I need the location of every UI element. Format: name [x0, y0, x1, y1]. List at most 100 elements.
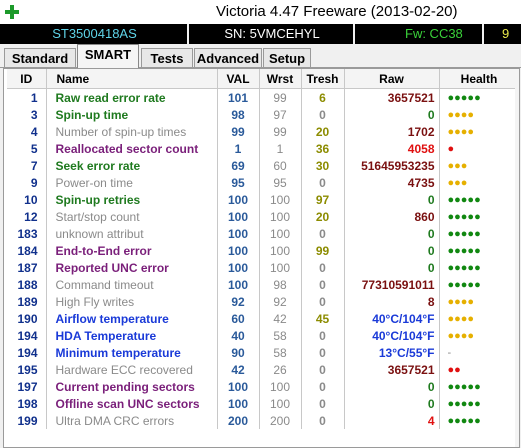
table-row[interactable]: 194 HDA Temperature 40 58 0 40°C/104°F ●●●● — [7, 327, 519, 344]
drive-serial: SN: 5VMCEHYL — [191, 24, 355, 44]
tab-advanced[interactable]: Advanced — [194, 48, 262, 67]
col-name-header[interactable]: Name — [46, 69, 218, 89]
col-id-header[interactable]: ID — [7, 69, 47, 89]
col-wrst-header[interactable]: Wrst — [259, 69, 302, 89]
attr-threshold: 20 — [301, 123, 345, 140]
attr-worst: 60 — [259, 157, 302, 174]
attr-threshold: 0 — [301, 106, 345, 123]
attr-raw: 1702 — [344, 123, 440, 140]
attr-worst: 58 — [259, 327, 302, 344]
attr-threshold: 0 — [301, 344, 345, 361]
attr-worst: 26 — [259, 361, 302, 378]
attr-worst: 100 — [259, 378, 302, 395]
attr-name: Seek error rate — [46, 157, 218, 174]
attr-name: Hardware ECC recovered — [46, 361, 218, 378]
attr-threshold: 0 — [301, 259, 345, 276]
attr-health: ●●●● — [439, 293, 519, 310]
table-row[interactable]: 195 Hardware ECC recovered 42 26 0 3657521 ●● — [7, 361, 519, 378]
attr-value: 69 — [217, 157, 260, 174]
attr-threshold: 97 — [301, 191, 345, 208]
attr-name: Power-on time — [46, 174, 218, 191]
table-row[interactable]: 187 Reported UNC error 100 100 0 0 ●●●●● — [7, 259, 519, 276]
attr-value: 99 — [217, 123, 260, 140]
attr-health: ●●●● — [439, 327, 519, 344]
attr-name: Spin-up time — [46, 106, 218, 123]
attr-worst: 58 — [259, 344, 302, 361]
attr-worst: 99 — [259, 123, 302, 140]
attr-name: Number of spin-up times — [46, 123, 218, 140]
col-health-header[interactable]: Health — [439, 69, 519, 89]
table-row[interactable]: 189 High Fly writes 92 92 0 8 ●●●● — [7, 293, 519, 310]
attr-value: 95 — [217, 174, 260, 191]
smart-table-panel[interactable]: ID Name VAL Wrst Tresh Raw Health 1 Raw r… — [3, 68, 520, 448]
attr-raw: 4735 — [344, 174, 440, 191]
table-row[interactable]: 1 Raw read error rate 101 99 6 3657521 ●●●●● — [7, 88, 519, 106]
attr-value: 101 — [217, 88, 260, 106]
attr-value: 40 — [217, 327, 260, 344]
drive-extra-info: 9 — [502, 26, 510, 41]
col-val-header[interactable]: VAL — [217, 69, 260, 89]
attr-id: 194 — [7, 344, 47, 361]
table-row[interactable]: 10 Spin-up retries 100 100 97 0 ●●●●● — [7, 191, 519, 208]
tab-standard[interactable]: Standard — [4, 48, 76, 67]
attr-raw: 40°C/104°F — [344, 310, 440, 327]
attr-name: High Fly writes — [46, 293, 218, 310]
tab-smart[interactable]: SMART — [77, 44, 139, 68]
attr-health: ●●●● — [439, 123, 519, 140]
attr-raw: 0 — [344, 225, 440, 242]
attr-name: Reported UNC error — [46, 259, 218, 276]
attr-worst: 100 — [259, 395, 302, 412]
attr-threshold: 6 — [301, 88, 345, 106]
attr-id: 10 — [7, 191, 47, 208]
drive-firmware: Fw: CC38 — [357, 24, 484, 44]
table-header-row: ID Name VAL Wrst Tresh Raw Health — [7, 69, 519, 89]
table-row[interactable]: 4 Number of spin-up times 99 99 20 1702 ●●●● — [7, 123, 519, 140]
table-row[interactable]: 7 Seek error rate 69 60 30 51645953235 ●●● — [7, 157, 519, 174]
table-row[interactable]: 198 Offline scan UNC sectors 100 100 0 0 ●●●●● — [7, 395, 519, 412]
attr-raw: 51645953235 — [344, 157, 440, 174]
attr-id: 5 — [7, 140, 47, 157]
attr-raw: 77310591011 — [344, 276, 440, 293]
tab-bar: Standard SMART Tests Advanced Setup — [0, 44, 521, 68]
attr-health: ●●●●● — [439, 412, 519, 429]
tab-tests[interactable]: Tests — [141, 48, 193, 67]
attr-worst: 95 — [259, 174, 302, 191]
table-row[interactable]: 197 Current pending sectors 100 100 0 0 ●●●●● — [7, 378, 519, 395]
attr-raw: 13°C/55°F — [344, 344, 440, 361]
table-row[interactable]: 9 Power-on time 95 95 0 4735 ●●● — [7, 174, 519, 191]
vertical-scrollbar[interactable] — [515, 69, 519, 447]
table-row[interactable]: 199 Ultra DMA CRC errors 200 200 0 4 ●●●●● — [7, 412, 519, 429]
col-raw-header[interactable]: Raw — [344, 69, 440, 89]
attr-id: 188 — [7, 276, 47, 293]
table-row[interactable]: 183 unknown attribut 100 100 0 0 ●●●●● — [7, 225, 519, 242]
attr-worst: 100 — [259, 242, 302, 259]
table-row[interactable]: 5 Reallocated sector count 1 1 36 4058 ● — [7, 140, 519, 157]
table-row[interactable]: 188 Command timeout 100 98 0 77310591011 ●●●●● — [7, 276, 519, 293]
attr-threshold: 20 — [301, 208, 345, 225]
attr-threshold: 0 — [301, 395, 345, 412]
attr-raw: 0 — [344, 395, 440, 412]
table-row[interactable]: 190 Airflow temperature 60 42 45 40°C/104°F ●●… — [7, 310, 519, 327]
attr-value: 90 — [217, 344, 260, 361]
attr-id: 7 — [7, 157, 47, 174]
attr-raw: 0 — [344, 259, 440, 276]
attr-health: ●●●●● — [439, 242, 519, 259]
col-thresh-header[interactable]: Tresh — [301, 69, 345, 89]
attr-id: 189 — [7, 293, 47, 310]
attr-health: ●●●● — [439, 310, 519, 327]
attr-threshold: 0 — [301, 327, 345, 344]
attr-value: 100 — [217, 208, 260, 225]
attr-id: 3 — [7, 106, 47, 123]
attr-name: Offline scan UNC sectors — [46, 395, 218, 412]
table-row[interactable]: 3 Spin-up time 98 97 0 0 ●●●● — [7, 106, 519, 123]
attr-health: ● — [439, 140, 519, 157]
table-row[interactable]: 194 Minimum temperature 90 58 0 13°C/55°F - — [7, 344, 519, 361]
table-row[interactable]: 184 End-to-End error 100 100 99 0 ●●●●● — [7, 242, 519, 259]
attr-value: 100 — [217, 276, 260, 293]
table-row[interactable]: 12 Start/stop count 100 100 20 860 ●●●●● — [7, 208, 519, 225]
attr-raw: 8 — [344, 293, 440, 310]
attr-id: 1 — [7, 88, 47, 106]
tab-setup[interactable]: Setup — [263, 48, 311, 67]
attr-value: 100 — [217, 225, 260, 242]
attr-threshold: 0 — [301, 276, 345, 293]
